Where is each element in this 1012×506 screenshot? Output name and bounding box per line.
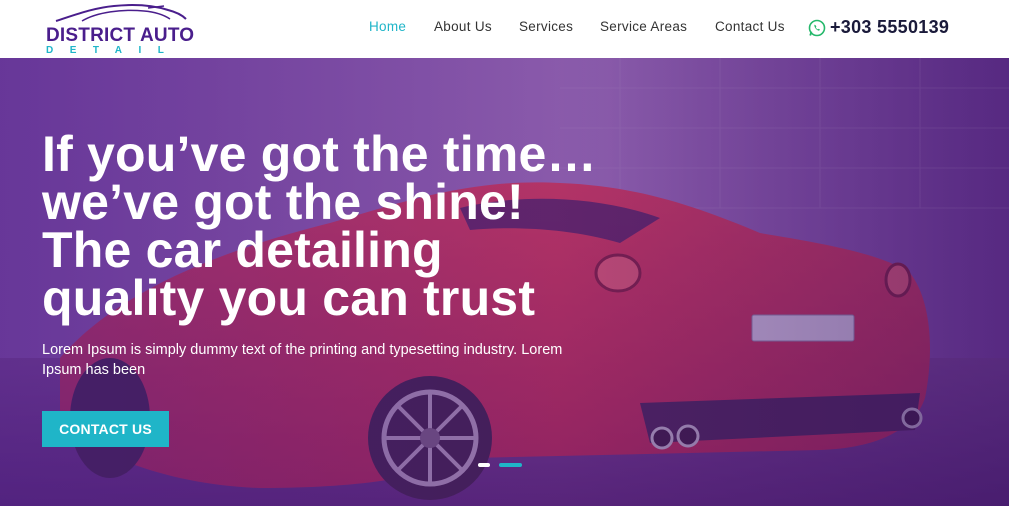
hero-title-line: If you’ve got the time… <box>42 126 597 182</box>
nav-item-services[interactable]: Services <box>519 19 573 34</box>
hero-title-line: quality you can trust <box>42 270 536 326</box>
nav-item-home[interactable]: Home <box>369 19 406 34</box>
brand-logo[interactable]: DISTRICT AUTO DETAIL <box>44 2 194 56</box>
hero-title-line: we’ve got the shine! <box>42 174 524 230</box>
site-header: DISTRICT AUTO DETAIL Home About Us Servi… <box>0 0 1012 58</box>
brand-name: DISTRICT AUTO <box>46 25 195 46</box>
car-silhouette-icon <box>55 4 187 22</box>
brand-tagline: DETAIL <box>46 45 181 56</box>
hero-description: Lorem Ipsum is simply dummy text of the … <box>42 342 563 378</box>
phone-number: +303 5550139 <box>830 17 950 37</box>
hero-title-line: The car detailing <box>42 222 443 278</box>
hero-title: If you’ve got the time… we’ve got the sh… <box>42 126 662 326</box>
contact-us-button[interactable]: CONTACT US <box>42 411 169 447</box>
hero-banner: If you’ve got the time… we’ve got the sh… <box>0 58 1012 506</box>
nav-item-contact-us[interactable]: Contact Us <box>715 19 785 34</box>
whatsapp-icon <box>808 19 826 37</box>
slider-dot-active[interactable] <box>499 463 522 467</box>
slider-dot[interactable] <box>478 463 490 467</box>
nav-item-service-areas[interactable]: Service Areas <box>600 19 687 34</box>
nav-item-about-us[interactable]: About Us <box>434 19 492 34</box>
